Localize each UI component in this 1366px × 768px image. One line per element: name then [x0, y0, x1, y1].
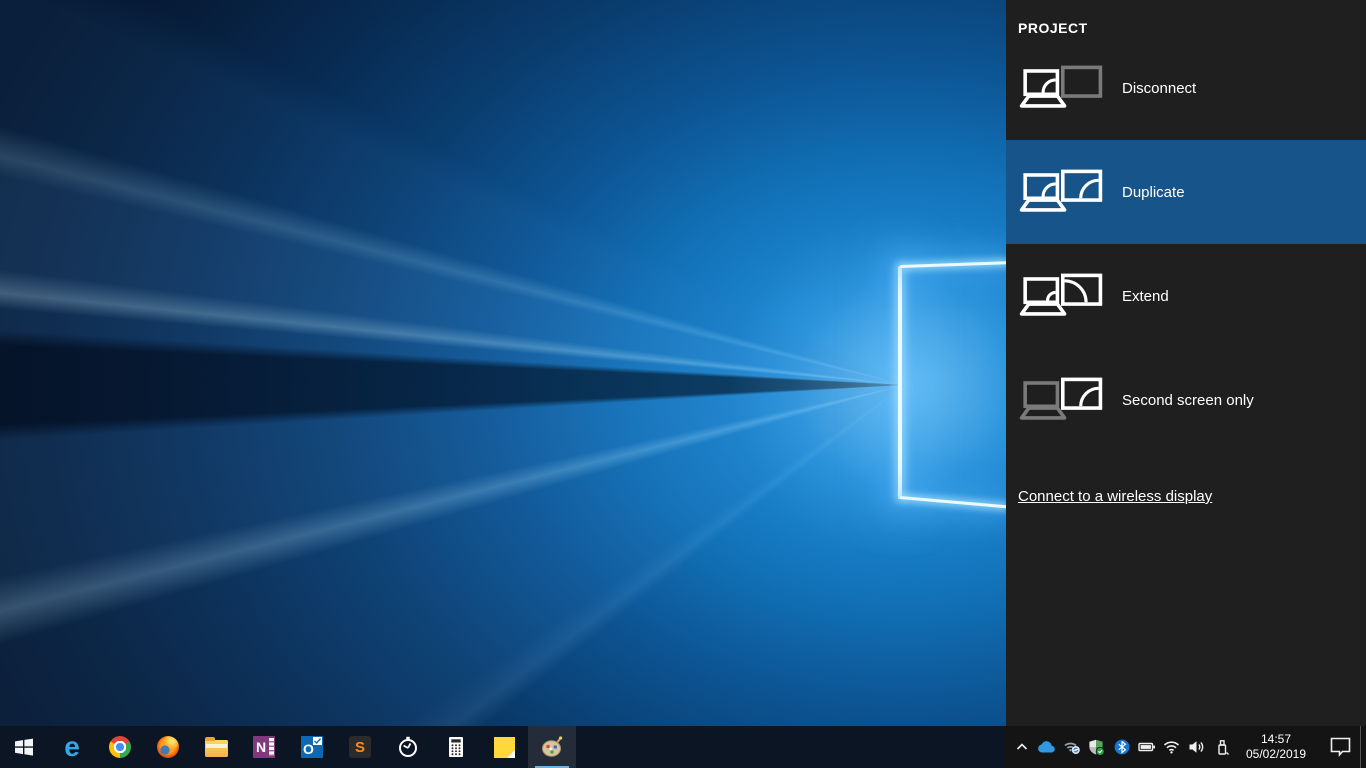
bluetooth-tray-button[interactable]: [1109, 726, 1134, 768]
option-label: Extend: [1122, 287, 1169, 305]
windows-security-tray-button[interactable]: [1084, 726, 1109, 768]
alarm-clock-icon: [399, 736, 417, 757]
project-option-extend[interactable]: Extend: [1006, 244, 1366, 348]
connect-wireless-display-link[interactable]: Connect to a wireless display: [1018, 488, 1212, 505]
duplicate-icon: [1019, 169, 1103, 212]
project-option-disconnect[interactable]: Disconnect: [1006, 36, 1366, 140]
sublime-text-icon: S: [349, 736, 371, 758]
option-label: Disconnect: [1122, 79, 1197, 97]
project-panel: PROJECT Disconnect Duplicate Extend Seco…: [1006, 0, 1366, 726]
taskbar-app-chrome[interactable]: [96, 726, 144, 768]
file-explorer-icon: [204, 736, 228, 757]
clock-date: 05/02/2019: [1245, 747, 1307, 761]
taskbar-app-alarms-clock[interactable]: [384, 726, 432, 768]
project-option-duplicate[interactable]: Duplicate: [1006, 140, 1366, 244]
onenote-icon: N: [253, 736, 275, 758]
project-option-second-screen-only[interactable]: Second screen only: [1006, 348, 1366, 452]
chrome-icon: [109, 736, 131, 758]
battery-tray-button[interactable]: [1134, 726, 1159, 768]
taskbar-empty-space: [576, 726, 1009, 768]
taskbar: e N O S 14:57 05/02/2019: [0, 726, 1366, 768]
taskbar-app-sublime[interactable]: S: [336, 726, 384, 768]
network-sync-icon: [1063, 742, 1080, 754]
network-sync-tray-button[interactable]: [1059, 726, 1084, 768]
taskbar-app-onenote[interactable]: N: [240, 726, 288, 768]
taskbar-app-calculator[interactable]: [432, 726, 480, 768]
onedrive-cloud-icon: [1038, 741, 1055, 753]
taskbar-app-sticky-notes[interactable]: [480, 726, 528, 768]
onedrive-tray-button[interactable]: [1034, 726, 1059, 768]
chevron-up-icon: [1016, 743, 1027, 750]
edge-icon: e: [64, 731, 80, 762]
wifi-tray-button[interactable]: [1159, 726, 1184, 768]
clock-time: 14:57: [1260, 732, 1292, 746]
extend-icon: [1019, 273, 1103, 316]
taskbar-app-edge[interactable]: e: [48, 726, 96, 768]
wallpaper-window-glow-bottom: [899, 496, 1008, 509]
outlook-icon: O: [301, 736, 323, 758]
second-screen-only-icon: [1019, 377, 1103, 420]
battery-icon: [1137, 742, 1155, 752]
show-hidden-icons-button[interactable]: [1009, 726, 1034, 768]
security-shield-icon: [1089, 739, 1105, 756]
volume-tray-button[interactable]: [1184, 726, 1209, 768]
action-center-bubble-icon: [1330, 737, 1350, 757]
panel-title: PROJECT: [1018, 20, 1088, 36]
volume-icon: [1189, 741, 1204, 753]
option-label: Duplicate: [1122, 183, 1185, 201]
usb-device-tray-button[interactable]: [1209, 726, 1234, 768]
taskbar-app-file-explorer[interactable]: [192, 726, 240, 768]
calculator-icon: [449, 737, 463, 757]
wallpaper-window-glow-top: [899, 261, 1008, 268]
show-desktop-button[interactable]: [1360, 726, 1366, 768]
windows-logo-icon: [15, 738, 33, 756]
usb-device-icon: [1217, 739, 1229, 755]
wallpaper-window-glow-vertical: [898, 266, 902, 499]
disconnect-icon: [1019, 65, 1103, 108]
sticky-notes-icon: [493, 736, 515, 758]
start-button[interactable]: [0, 726, 48, 768]
paint-palette-icon: [542, 736, 563, 757]
system-tray: 14:57 05/02/2019: [1009, 726, 1366, 768]
taskbar-app-firefox[interactable]: [144, 726, 192, 768]
firefox-icon: [157, 736, 179, 758]
bluetooth-icon: [1114, 739, 1129, 755]
action-center-button[interactable]: [1320, 726, 1360, 768]
taskbar-app-paint[interactable]: [528, 726, 576, 768]
taskbar-app-outlook[interactable]: O: [288, 726, 336, 768]
wifi-icon: [1163, 741, 1180, 754]
tray-clock[interactable]: 14:57 05/02/2019: [1240, 732, 1312, 762]
option-label: Second screen only: [1122, 391, 1254, 409]
